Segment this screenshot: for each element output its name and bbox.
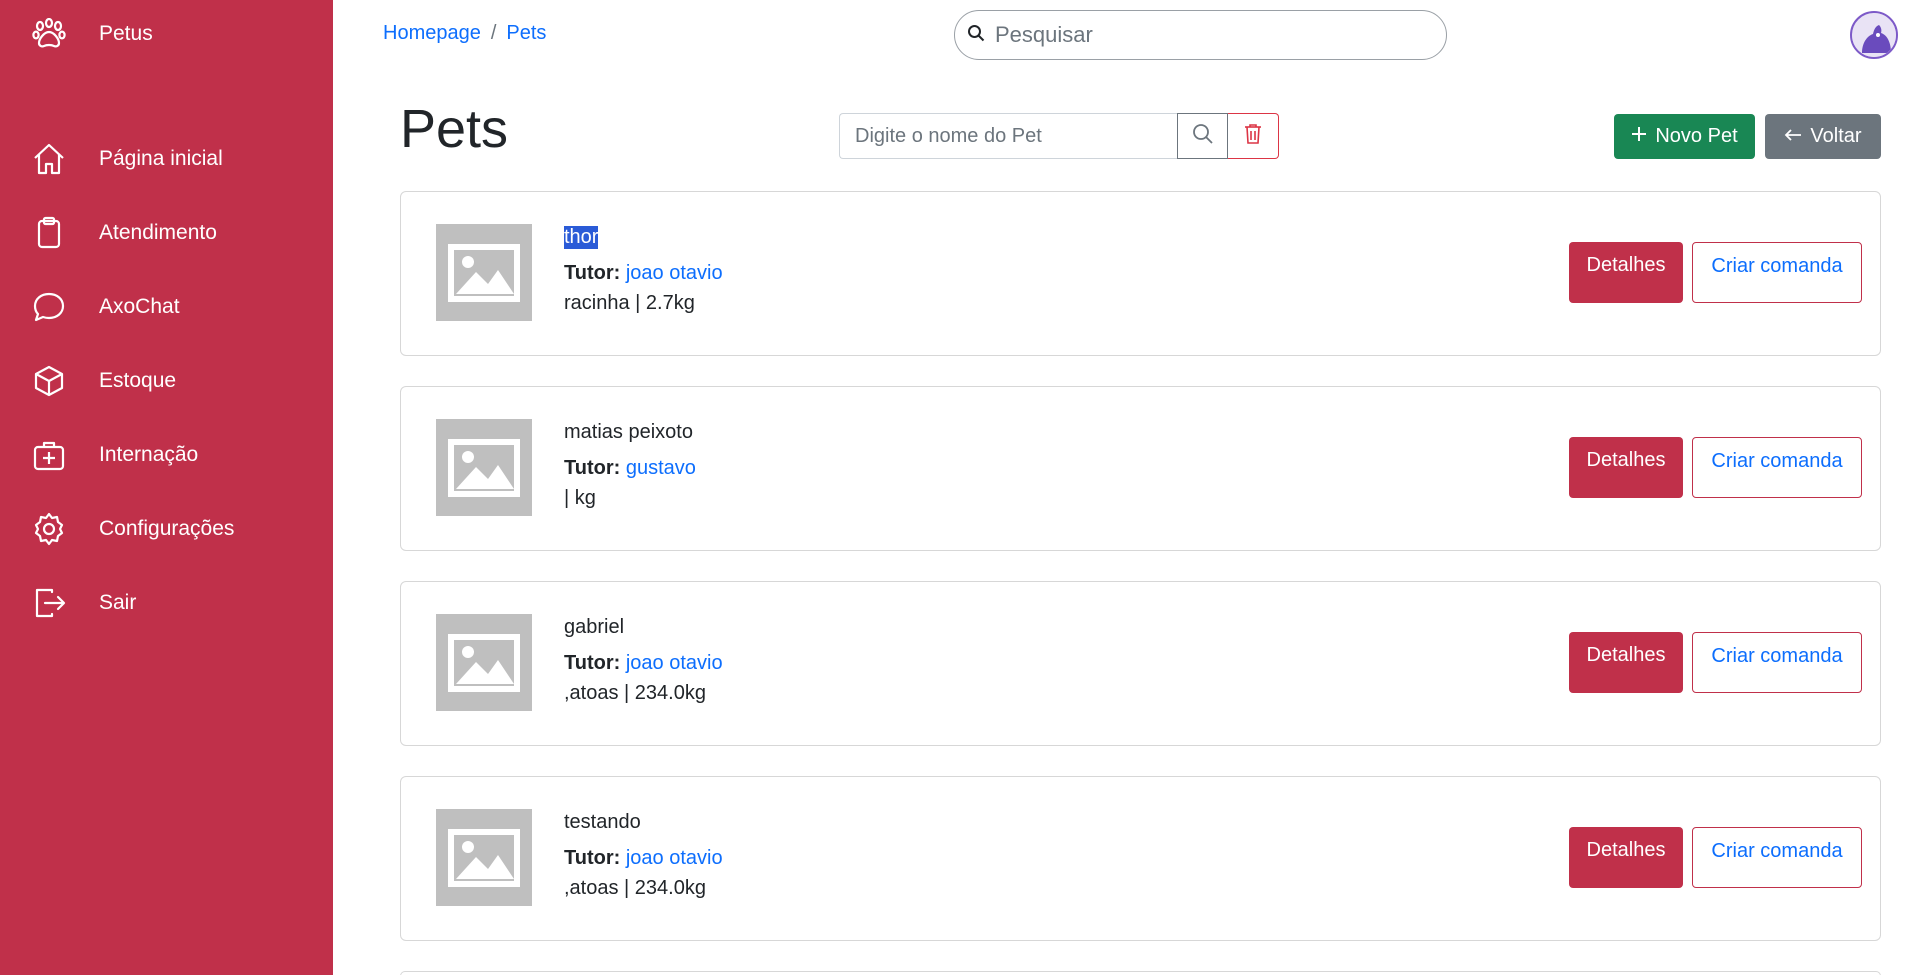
sidebar-item-label: Configurações <box>99 517 235 540</box>
pet-info: ,atoas | 234.0kg <box>564 682 706 704</box>
tutor-label: Tutor: <box>564 847 621 869</box>
brand-label: Petus <box>99 22 153 45</box>
sidebar-item-atendimento[interactable]: Atendimento <box>30 211 320 255</box>
pet-card: testando Tutor: joao otavio ,atoas | 234… <box>400 776 1881 941</box>
arrow-left-icon <box>1784 125 1802 148</box>
pet-tutor: Tutor: joao otavio <box>564 652 723 675</box>
sidebar: Petus Página inicial Atendimento AxoChat… <box>0 0 333 975</box>
create-order-button[interactable]: Criar comanda <box>1692 632 1862 693</box>
pet-name[interactable]: thor <box>564 226 599 249</box>
pet-search-input[interactable] <box>839 113 1177 159</box>
medical-case-icon <box>30 436 68 474</box>
sidebar-item-label: Estoque <box>99 369 177 392</box>
details-button[interactable]: Detalhes <box>1569 632 1683 693</box>
tutor-link[interactable]: joao otavio <box>626 262 723 284</box>
image-placeholder-icon <box>436 419 532 516</box>
tutor-link[interactable]: joao otavio <box>626 652 723 674</box>
pet-tutor: Tutor: gustavo <box>564 457 696 480</box>
tutor-label: Tutor: <box>564 652 621 674</box>
pet-search-button[interactable] <box>1177 113 1228 159</box>
image-placeholder-icon <box>436 224 532 321</box>
pet-card: thor Tutor: joao otavio racinha | 2.7kg … <box>400 191 1881 356</box>
plus-icon <box>1631 125 1647 148</box>
sidebar-item-internacao[interactable]: Internação <box>30 433 320 477</box>
back-label: Voltar <box>1810 125 1862 147</box>
sidebar-item-configuracoes[interactable]: Configurações <box>30 507 320 551</box>
page-title: Pets <box>400 99 509 159</box>
breadcrumb: Homepage / Pets <box>383 22 546 45</box>
trash-icon <box>1244 123 1262 150</box>
pet-name[interactable]: testando <box>564 811 641 834</box>
sidebar-item-estoque[interactable]: Estoque <box>30 359 320 403</box>
search-icon <box>1192 123 1214 150</box>
image-placeholder-icon <box>436 809 532 906</box>
back-button[interactable]: Voltar <box>1765 114 1881 159</box>
home-icon <box>30 140 68 178</box>
pet-card-partial <box>400 971 1881 975</box>
sidebar-item-sair[interactable]: Sair <box>30 581 320 625</box>
create-order-button[interactable]: Criar comanda <box>1692 242 1862 303</box>
sidebar-item-label: Página inicial <box>99 147 223 170</box>
create-order-button[interactable]: Criar comanda <box>1692 437 1862 498</box>
box-icon <box>30 362 68 400</box>
global-search-input[interactable] <box>995 22 1395 48</box>
clipboard-icon <box>30 214 68 252</box>
new-pet-label: Novo Pet <box>1655 125 1738 147</box>
create-order-button[interactable]: Criar comanda <box>1692 827 1862 888</box>
pet-card: gabriel Tutor: joao otavio ,atoas | 234.… <box>400 581 1881 746</box>
sidebar-item-label: Internação <box>99 443 199 466</box>
pet-search-group <box>839 113 1279 159</box>
global-search <box>954 10 1447 60</box>
pet-tutor: Tutor: joao otavio <box>564 262 723 285</box>
pet-name[interactable]: gabriel <box>564 616 624 639</box>
tutor-label: Tutor: <box>564 457 621 479</box>
chat-icon <box>30 288 68 326</box>
logout-icon <box>30 584 68 622</box>
breadcrumb-current-link[interactable]: Pets <box>506 22 546 45</box>
pet-info: racinha | 2.7kg <box>564 292 695 314</box>
pet-info: ,atoas | 234.0kg <box>564 877 706 899</box>
details-button[interactable]: Detalhes <box>1569 827 1683 888</box>
sidebar-item-label: AxoChat <box>99 295 180 318</box>
tutor-link[interactable]: joao otavio <box>626 847 723 869</box>
sidebar-item-label: Sair <box>99 591 137 614</box>
gear-icon <box>30 510 68 548</box>
avatar[interactable] <box>1850 11 1898 59</box>
pet-name[interactable]: matias peixoto <box>564 421 693 444</box>
sidebar-item-axochat[interactable]: AxoChat <box>30 285 320 329</box>
tutor-link[interactable]: gustavo <box>626 457 696 479</box>
details-button[interactable]: Detalhes <box>1569 242 1683 303</box>
sidebar-brand[interactable]: Petus <box>30 14 153 54</box>
breadcrumb-home-link[interactable]: Homepage <box>383 22 481 45</box>
tutor-label: Tutor: <box>564 262 621 284</box>
image-placeholder-icon <box>436 614 532 711</box>
pet-card: matias peixoto Tutor: gustavo | kg Detal… <box>400 386 1881 551</box>
sidebar-item-label: Atendimento <box>99 221 217 244</box>
sidebar-item-home[interactable]: Página inicial <box>30 137 320 181</box>
details-button[interactable]: Detalhes <box>1569 437 1683 498</box>
new-pet-button[interactable]: Novo Pet <box>1614 114 1755 159</box>
search-icon <box>967 24 985 47</box>
pet-info: | kg <box>564 487 596 509</box>
paw-icon <box>30 15 68 53</box>
pet-tutor: Tutor: joao otavio <box>564 847 723 870</box>
breadcrumb-separator: / <box>490 22 497 44</box>
app: Petus Página inicial Atendimento AxoChat… <box>0 0 1909 975</box>
pet-search-clear-button[interactable] <box>1228 113 1279 159</box>
